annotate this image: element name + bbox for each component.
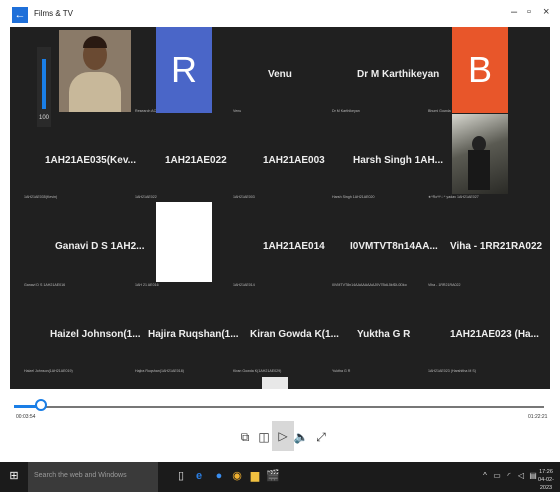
tile-name-023: 1AH21AE023 (Ha... xyxy=(450,329,539,340)
tile-sub-haizel: Haizel Johnson(1AH21AE019) xyxy=(24,369,73,373)
chrome-icon[interactable]: ◉ xyxy=(230,469,244,483)
video-frame[interactable]: Research ACS College of Engineering R Ve… xyxy=(10,27,550,389)
tile-name-ganavi: Ganavi D S 1AH2... xyxy=(55,241,145,252)
tile-sub-viha: Viha - 1RR21RA022 xyxy=(428,283,461,287)
seek-thumb[interactable] xyxy=(35,399,47,411)
r-avatar-tile: R xyxy=(156,27,212,113)
tile-sub-ganavi: Ganavi D S 1AH21AE016 xyxy=(24,283,66,287)
presenter-video-tile xyxy=(59,30,131,112)
clock-time: 17:26 xyxy=(539,469,553,475)
cut-off-thumbnail xyxy=(262,377,288,389)
tile-sub-yuktha: Yuktha G R xyxy=(332,369,351,373)
taskbar: ⊞ Search the web and Windows ▯ e ● ◉ ▆ 🎬… xyxy=(0,462,560,492)
tile-name-022: 1AH21AE022 xyxy=(165,155,227,166)
store-icon[interactable]: ● xyxy=(212,469,226,483)
total-time: 01:22:21 xyxy=(528,414,548,420)
tile-name-viha: Viha - 1RR21RA022 xyxy=(450,241,543,252)
title-bar: ← Films & TV – ▫ × xyxy=(0,0,560,27)
volume-slider[interactable] xyxy=(42,59,46,109)
search-placeholder: Search the web and Windows xyxy=(34,472,127,479)
tile-name-haizel: Haizel Johnson(1... xyxy=(50,329,141,340)
tile-sub-venu: Venu xyxy=(233,109,242,113)
photo-tile-sub: ★*Ro*l*☆* yadav 1AH21AE027 xyxy=(428,195,479,199)
b-tile-sub: Bhumi Gowda xyxy=(428,109,451,113)
tile-sub-023: 1AH21AE023 (Harshitha M S) xyxy=(428,369,476,373)
maximize-button[interactable]: ▫ xyxy=(527,6,531,18)
windows-start-icon[interactable]: ⊞ xyxy=(7,469,21,483)
tile-sub-karthikeyan: Dr M Karthikeyan xyxy=(332,109,360,113)
taskbar-search[interactable]: Search the web and Windows xyxy=(28,462,158,492)
playback-controls: 00:03:54 01:22:21 ⧉ ◫ ▷ 🔈 ⤢ xyxy=(0,389,560,462)
seek-bar[interactable] xyxy=(14,406,544,408)
task-view-icon[interactable]: ▯ xyxy=(174,469,188,483)
tile-name-kev: 1AH21AE035(Kev... xyxy=(45,155,136,166)
back-button[interactable]: ← xyxy=(12,7,28,23)
close-button[interactable]: × xyxy=(543,6,549,18)
tile-name-yuktha: Yuktha G R xyxy=(357,329,411,340)
tile-name-karthikeyan: Dr M Karthikeyan xyxy=(357,69,440,80)
fullscreen-icon[interactable]: ⤢ xyxy=(310,426,332,448)
tile-name-014: 1AH21AE014 xyxy=(263,241,325,252)
tile-sub-kiran: Kiran Gowda K(1AH21AE029) xyxy=(233,369,282,373)
file-explorer-icon[interactable]: ▆ xyxy=(248,469,262,483)
white-tile-sub: 1AH 21 AE016 xyxy=(135,283,159,287)
edge-icon[interactable]: e xyxy=(192,469,206,483)
white-video-tile xyxy=(156,202,212,282)
tile-sub-022: 1AH21AE022 xyxy=(135,195,157,199)
tile-sub-hajira: Hajira Ruqshan(1AH21AE018) xyxy=(135,369,184,373)
tile-name-venu: Venu xyxy=(268,69,292,80)
tile-sub-003: 1AH21AE003 xyxy=(233,195,255,199)
tile-name-hajira: Hajira Ruqshan(1... xyxy=(148,329,239,340)
photo-tile xyxy=(452,114,508,194)
system-clock[interactable]: 17:26 04-02-2023 xyxy=(532,468,560,492)
tile-sub-harsh: Harsh Singh 1AH21AE020 xyxy=(332,195,375,199)
tile-name-i0vm: I0VMTVT8n14AA... xyxy=(350,241,438,252)
volume-value: 100 xyxy=(39,115,50,121)
minimize-button[interactable]: – xyxy=(511,6,517,18)
films-tv-icon[interactable]: 🎬 xyxy=(266,469,280,483)
tile-sub-kev: 1AH21AE035(Kevin) xyxy=(24,195,58,199)
tile-sub-014: 1AH21AE014 xyxy=(233,283,255,287)
tile-name-harsh: Harsh Singh 1AH... xyxy=(353,155,444,166)
b-avatar-tile: B xyxy=(452,27,508,113)
tile-name-003: 1AH21AE003 xyxy=(263,155,325,166)
elapsed-time: 00:03:54 xyxy=(16,414,36,420)
clock-date: 04-02-2023 xyxy=(538,477,554,491)
tile-name-kiran: Kiran Gowda K(1... xyxy=(250,329,339,340)
tile-sub-i0vm: I0VMTVT8n14AAAAAAAAJ0V7BdL5kfDL0Dko xyxy=(332,283,407,287)
volume-icon[interactable]: 🔈 xyxy=(290,426,312,448)
window-title: Films & TV xyxy=(34,9,73,18)
